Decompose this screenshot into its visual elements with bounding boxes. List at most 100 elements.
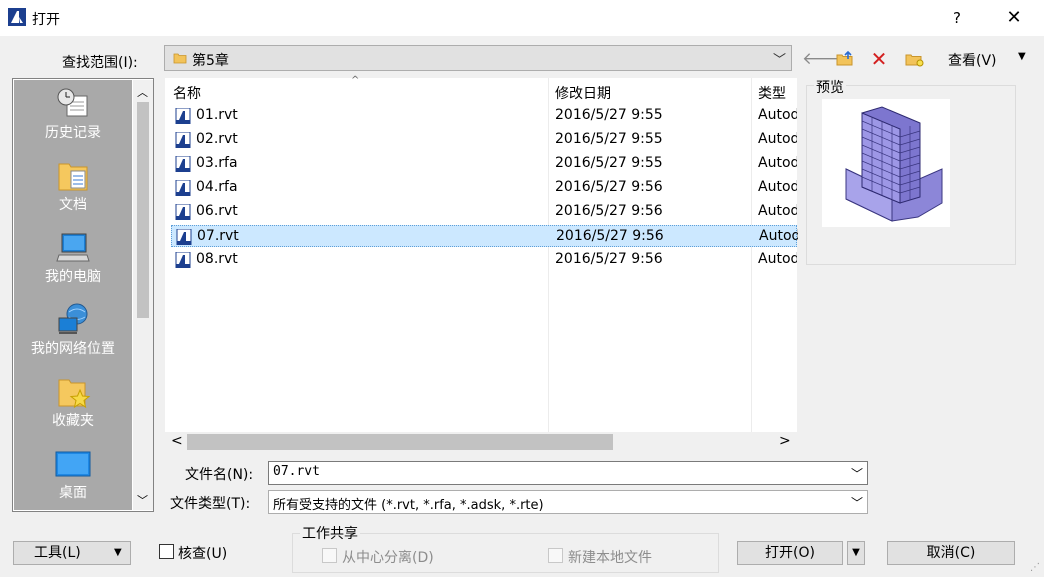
file-name: 04.rfa (196, 179, 238, 195)
places-scrollbar[interactable]: ︿ ﹀ (133, 80, 153, 510)
file-type: Autodesk (759, 228, 798, 244)
close-button[interactable]: ✕ (1000, 6, 1028, 30)
chevron-down-icon[interactable]: ﹀ (773, 49, 786, 68)
place-desktop[interactable]: 桌面 (14, 446, 132, 502)
file-name: 06.rvt (196, 203, 238, 219)
help-button[interactable]: ? (946, 6, 968, 30)
history-icon (57, 88, 88, 117)
column-header-date[interactable]: 修改日期 (555, 83, 611, 103)
place-label: 我的网络位置 (31, 341, 115, 357)
filename-label: 文件名(N): (185, 467, 254, 483)
favorites-icon (58, 379, 91, 409)
file-date: 2016/5/27 9:56 (555, 251, 663, 267)
column-header-type[interactable]: 类型 (758, 83, 786, 103)
revit-family-file-icon (175, 180, 191, 196)
file-date: 2016/5/27 9:55 (555, 155, 663, 171)
up-folder-button[interactable] (834, 48, 856, 70)
filetype-dropdown[interactable]: 所有受支持的文件 (*.rvt, *.rfa, *.adsk, *.rte) ﹀ (268, 490, 868, 514)
scrollbar-thumb[interactable] (187, 434, 613, 450)
place-label: 文档 (59, 197, 87, 213)
file-type: Autodesk (758, 107, 797, 123)
place-favorites[interactable]: 收藏夹 (14, 374, 132, 430)
filetype-label: 文件类型(T): (170, 496, 251, 512)
detach-from-central-checkbox[interactable] (322, 548, 337, 563)
revit-file-icon (175, 132, 191, 148)
file-name: 01.rvt (196, 107, 238, 123)
chevron-down-icon[interactable]: ﹀ (851, 465, 863, 482)
chevron-up-icon[interactable]: ︿ (137, 84, 148, 100)
place-documents[interactable]: 文档 (14, 158, 132, 214)
chevron-down-icon[interactable]: ﹀ (851, 494, 863, 511)
file-name: 02.rvt (196, 131, 238, 147)
worksharing-label: 工作共享 (300, 523, 360, 543)
preview-label: 预览 (814, 77, 846, 97)
file-row[interactable]: 02.rvt 2016/5/27 9:55 Autodesk (171, 129, 797, 151)
preview-thumbnail (822, 99, 950, 227)
places-sidebar: 历史记录 文档 我的电脑 我的网络位置 收藏夹 桌面 ︿ ﹀ (12, 78, 154, 512)
tools-button[interactable]: 工具(L) ▼ (13, 541, 131, 565)
file-list-hscrollbar[interactable]: < > (165, 432, 797, 452)
file-type: Autodesk (758, 131, 797, 147)
window-title: 打开 (32, 12, 60, 28)
revit-app-icon (8, 8, 26, 26)
file-date: 2016/5/27 9:56 (555, 203, 663, 219)
detach-from-central-label: 从中心分离(D) (342, 550, 434, 566)
file-row[interactable]: 04.rfa 2016/5/27 9:56 Autodesk (171, 177, 797, 199)
column-header-name[interactable]: 名称 (173, 83, 201, 103)
views-dropdown-arrow[interactable]: ▼ (1018, 51, 1026, 62)
file-type: Autodesk (758, 155, 797, 171)
delete-button[interactable]: ✕ (868, 48, 890, 70)
place-computer[interactable]: 我的电脑 (14, 230, 132, 286)
title-bar: 打开 ? ✕ (0, 0, 1044, 36)
revit-file-icon (175, 108, 191, 124)
filename-input[interactable]: 07.rvt ﹀ (268, 461, 868, 485)
file-row[interactable]: 06.rvt 2016/5/27 9:56 Autodesk (171, 201, 797, 223)
place-label: 我的电脑 (45, 269, 101, 285)
revit-file-icon (176, 229, 192, 245)
tools-label: 工具(L) (34, 545, 81, 561)
documents-icon (58, 163, 88, 191)
dropdown-arrow-icon: ▼ (114, 547, 122, 558)
open-dropdown-button[interactable]: ▼ (847, 541, 865, 565)
file-row[interactable]: 01.rvt 2016/5/27 9:55 Autodesk (171, 105, 797, 127)
chevron-left-icon[interactable]: < (171, 433, 183, 449)
place-network[interactable]: 我的网络位置 (14, 302, 132, 358)
place-label: 历史记录 (45, 125, 101, 141)
file-name: 08.rvt (196, 251, 238, 267)
file-list: ^ 名称 修改日期 类型 01.rvt 2016/5/27 9:55 Autod… (165, 75, 798, 432)
file-row[interactable]: 03.rfa 2016/5/27 9:55 Autodesk (171, 153, 797, 175)
file-name: 03.rfa (196, 155, 238, 171)
revit-file-icon (175, 204, 191, 220)
filename-value[interactable]: 07.rvt (273, 464, 320, 479)
network-icon (58, 303, 88, 334)
file-row[interactable]: 08.rvt 2016/5/27 9:56 Autodesk (171, 249, 797, 271)
sort-indicator-icon: ^ (351, 75, 360, 86)
resize-grip-icon[interactable]: ⋰ (1030, 562, 1040, 573)
places-list: 历史记录 文档 我的电脑 我的网络位置 收藏夹 桌面 (14, 80, 132, 510)
file-name: 07.rvt (197, 228, 239, 244)
lookin-value: 第5章 (192, 53, 229, 69)
revit-family-file-icon (175, 156, 191, 172)
file-date: 2016/5/27 9:56 (555, 179, 663, 195)
revit-file-icon (175, 252, 191, 268)
scrollbar-thumb[interactable] (137, 102, 149, 318)
audit-label[interactable]: 核查(U) (178, 543, 227, 563)
file-date: 2016/5/27 9:55 (555, 131, 663, 147)
place-history[interactable]: 历史记录 (14, 86, 132, 142)
file-type: Autodesk (758, 203, 797, 219)
back-button[interactable]: 🡐 (802, 48, 848, 70)
file-date: 2016/5/27 9:55 (555, 107, 663, 123)
chevron-right-icon[interactable]: > (779, 433, 791, 449)
cancel-button[interactable]: 取消(C) (887, 541, 1015, 565)
file-date: 2016/5/27 9:56 (556, 228, 664, 244)
audit-checkbox[interactable] (159, 544, 174, 559)
views-button[interactable]: 查看(V) (948, 50, 997, 70)
lookin-dropdown[interactable]: 第5章 ﹀ (164, 45, 792, 71)
file-type: Autodesk (758, 251, 797, 267)
open-button[interactable]: 打开(O) (737, 541, 843, 565)
file-row-selected[interactable]: 07.rvt 2016/5/27 9:56 Autodesk (171, 225, 798, 247)
place-label: 桌面 (59, 485, 87, 501)
create-new-local-checkbox[interactable] (548, 548, 563, 563)
new-folder-button[interactable] (903, 48, 925, 70)
chevron-down-icon[interactable]: ﹀ (137, 492, 148, 508)
